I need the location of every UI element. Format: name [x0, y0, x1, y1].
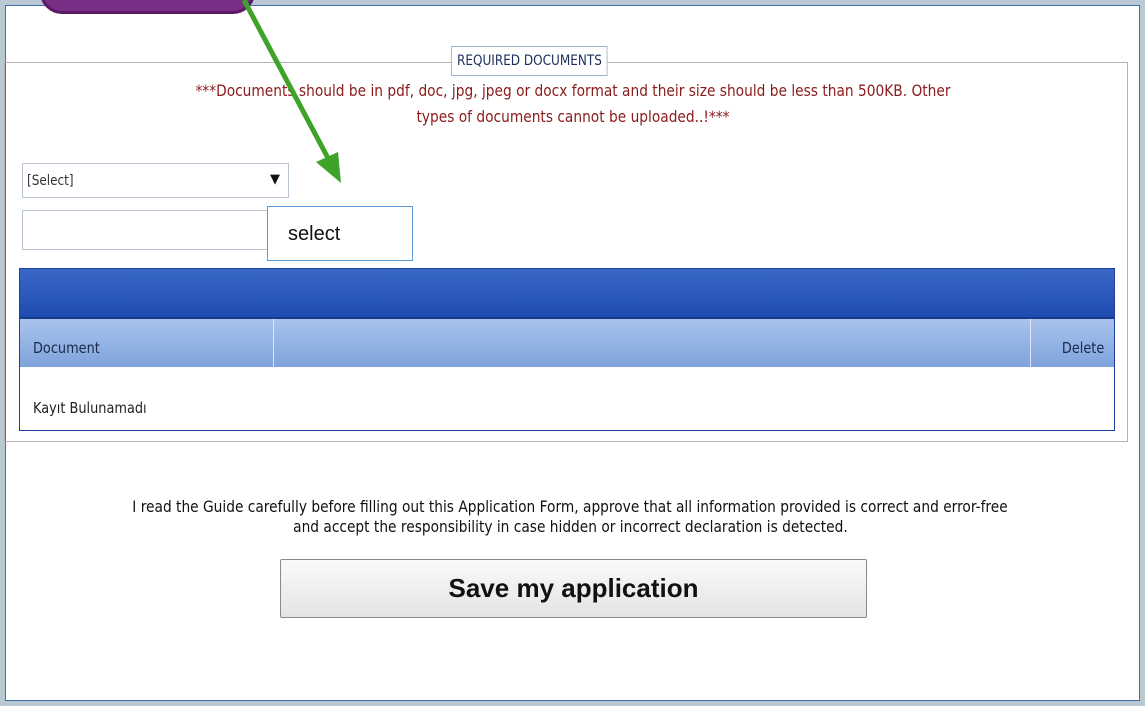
- column-delete: Delete: [1031, 319, 1116, 367]
- grid-column-headers: Document Delete: [20, 319, 1114, 367]
- column-document: Document: [20, 319, 274, 367]
- column-document-label: Document: [33, 339, 100, 357]
- empty-message: Kayıt Bulunamadı: [33, 399, 147, 417]
- select-file-button[interactable]: select: [267, 206, 413, 261]
- documents-grid: Document Delete Kayıt Bulunamadı: [19, 268, 1115, 431]
- declaration-line-2: and accept the responsibility in case hi…: [292, 517, 848, 536]
- warning-line-2: types of documents cannot be uploaded..!…: [416, 107, 730, 126]
- grid-header-bar: [20, 269, 1114, 319]
- chevron-down-icon: ▼: [270, 172, 280, 187]
- column-blank: [274, 319, 1031, 367]
- save-application-button[interactable]: Save my application: [280, 559, 867, 618]
- fieldset-legend: REQUIRED DOCUMENTS: [451, 46, 608, 76]
- format-warning: ***Documents should be in pdf, doc, jpg,…: [18, 78, 1128, 130]
- column-delete-label: Delete: [1061, 339, 1104, 357]
- warning-line-1: ***Documents should be in pdf, doc, jpg,…: [195, 81, 951, 100]
- declaration-line-1: I read the Guide carefully before fillin…: [132, 497, 1008, 516]
- file-path-input[interactable]: [22, 210, 272, 250]
- table-row: Kayıt Bulunamadı: [20, 367, 1114, 431]
- document-type-select[interactable]: [Select] ▼: [22, 163, 289, 198]
- annotation-callout-shape: [40, 0, 255, 14]
- document-type-selected-value: [Select]: [27, 173, 74, 189]
- declaration-text: I read the Guide carefully before fillin…: [0, 497, 1140, 537]
